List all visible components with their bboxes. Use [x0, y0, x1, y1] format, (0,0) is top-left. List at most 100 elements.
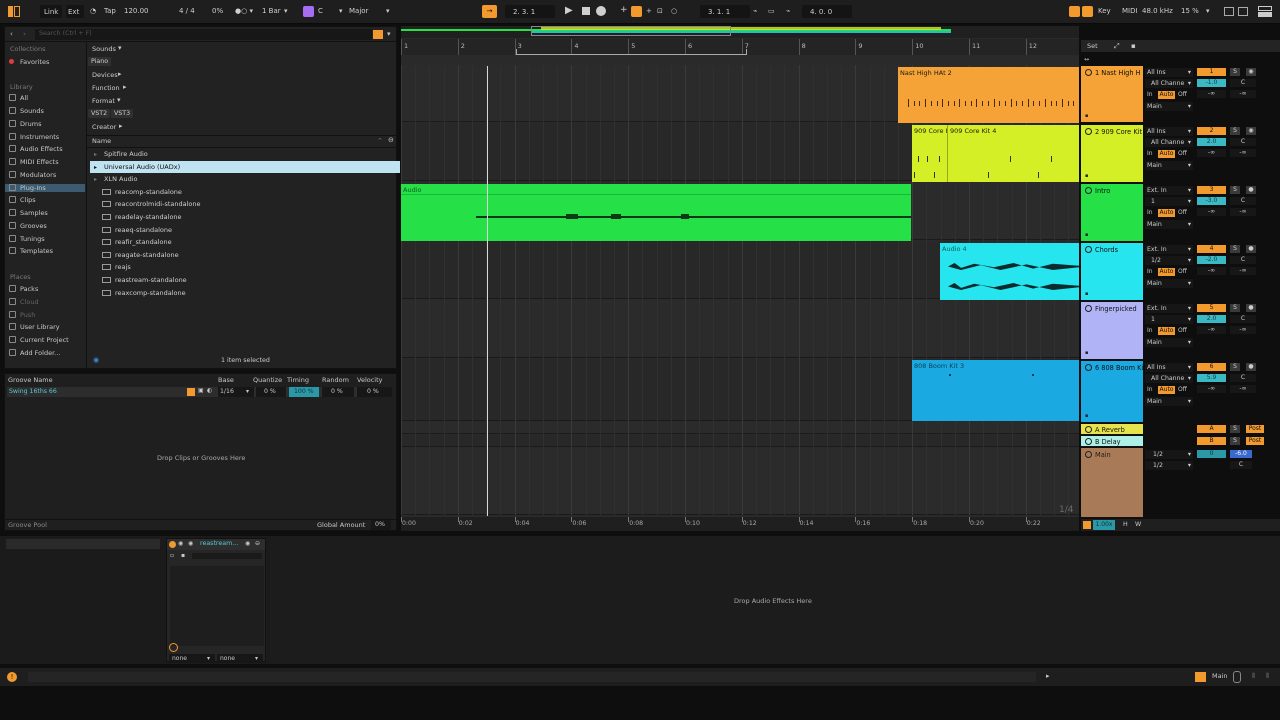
- track-output-select[interactable]: Main ▾: [1145, 338, 1193, 347]
- monitor-auto[interactable]: Auto: [1158, 327, 1175, 335]
- browser-menu-chevron-icon[interactable]: ▾: [387, 31, 391, 38]
- track-channel-select[interactable]: All Channe ▾: [1145, 138, 1193, 147]
- sidebar-item-library-5[interactable]: MIDI Effects: [9, 158, 59, 166]
- browser-list-item[interactable]: ▸ Universal Audio (UADx): [90, 160, 400, 173]
- track-output-select[interactable]: Main ▾: [1145, 220, 1193, 229]
- groove-quantize[interactable]: 0 %: [256, 387, 286, 397]
- session-record-icon[interactable]: ○: [671, 7, 677, 15]
- send-a[interactable]: -∞: [1197, 208, 1226, 216]
- send-b[interactable]: -∞: [1230, 90, 1256, 98]
- device-edit-icon[interactable]: ◉: [188, 541, 193, 547]
- send-a[interactable]: -∞: [1197, 90, 1226, 98]
- sidebar-item-library-9[interactable]: Samples: [9, 209, 48, 217]
- groove-row[interactable]: Swing 16ths 66 ▣ ◐ 1/16 ▾ 0 % 100 % 0 % 0…: [7, 387, 392, 397]
- track-fold-icon[interactable]: [1085, 69, 1092, 76]
- track-output-select[interactable]: Main ▾: [1145, 397, 1193, 406]
- monitor-auto[interactable]: Auto: [1158, 91, 1175, 99]
- track-volume[interactable]: 2.0: [1197, 315, 1226, 323]
- sidebar-item-place-2[interactable]: Push: [9, 311, 35, 319]
- device-drop-area[interactable]: Drop Audio Effects Here: [270, 536, 1280, 664]
- monitor-in[interactable]: In: [1147, 328, 1153, 334]
- solo-button[interactable]: S: [1230, 68, 1240, 76]
- device-reastream[interactable]: ◉ ◉ reastream... ◉ ⊖ ▫ ▪ none ▾ none ▾: [166, 538, 266, 663]
- w-button[interactable]: W: [1135, 521, 1141, 528]
- track-activator[interactable]: 1: [1197, 68, 1226, 76]
- track-activator[interactable]: 2: [1197, 127, 1226, 135]
- info-icon[interactable]: !: [7, 672, 17, 682]
- chip-piano[interactable]: Piano: [88, 57, 112, 66]
- status-track-icon[interactable]: [1195, 672, 1206, 682]
- track-volume[interactable]: 5.9: [1197, 374, 1226, 382]
- filter-sounds[interactable]: Sounds: [92, 45, 116, 53]
- browser-list-item[interactable]: reafir_standalone: [90, 236, 400, 248]
- track-fold-icon[interactable]: [1085, 364, 1092, 371]
- set-button[interactable]: Set: [1087, 43, 1098, 50]
- status-mixer-icon[interactable]: ⦀: [1266, 673, 1269, 680]
- track-output-select[interactable]: Main ▾: [1145, 279, 1193, 288]
- sort-icon[interactable]: ⌃: [377, 138, 383, 145]
- track-lane-icon[interactable]: ▪: [1085, 351, 1088, 356]
- browser-list-item[interactable]: reacontrolmidi-standalone: [90, 198, 400, 210]
- chip-vst2[interactable]: VST2: [88, 109, 111, 118]
- send-b[interactable]: -∞: [1230, 208, 1256, 216]
- filter-devices[interactable]: Devices: [92, 71, 118, 79]
- track-header[interactable]: Chords ▪: [1081, 243, 1143, 301]
- filter-creator[interactable]: Creator: [92, 123, 116, 131]
- track-lane-icon[interactable]: ▪: [1085, 114, 1088, 119]
- track-activator[interactable]: 4: [1197, 245, 1226, 253]
- preview-icon[interactable]: ◉: [93, 357, 99, 364]
- back-icon[interactable]: ‹: [10, 31, 13, 38]
- monitor-off[interactable]: Off: [1178, 269, 1187, 275]
- sidebar-item-library-2[interactable]: Drums: [9, 120, 42, 128]
- groove-timing[interactable]: 100 %: [289, 387, 319, 397]
- arm-icon[interactable]: ◉: [1246, 68, 1256, 76]
- track-channel-select[interactable]: 1/2 ▾: [1145, 256, 1193, 265]
- track-volume[interactable]: -1.0: [1197, 79, 1226, 87]
- track-output-select[interactable]: Main ▾: [1145, 161, 1193, 170]
- send-b[interactable]: -∞: [1230, 326, 1256, 334]
- position-display[interactable]: 2. 3. 1: [505, 5, 555, 18]
- track-lane[interactable]: [401, 435, 1079, 447]
- expand-icon[interactable]: ⤢: [1114, 43, 1120, 50]
- monitor-auto[interactable]: Auto: [1158, 386, 1175, 394]
- monitor-in[interactable]: In: [1147, 269, 1153, 275]
- link-button[interactable]: Link: [40, 5, 62, 18]
- filter-format[interactable]: Format: [92, 97, 115, 105]
- main-volume[interactable]: 0: [1197, 450, 1226, 458]
- sidebar-item-library-0[interactable]: All: [9, 94, 28, 102]
- return-solo-button[interactable]: S: [1230, 437, 1240, 445]
- track-input-select[interactable]: Ext. In ▾: [1145, 245, 1193, 254]
- status-clip-view-icon[interactable]: [1233, 671, 1241, 683]
- follow-button[interactable]: →: [482, 5, 497, 18]
- midi-map-label[interactable]: MIDI: [1122, 7, 1138, 15]
- sidebar-item-library-12[interactable]: Templates: [9, 247, 53, 255]
- playhead[interactable]: [487, 66, 488, 516]
- browser-list-item[interactable]: reagate-standalone: [90, 249, 400, 261]
- track-header[interactable]: 1 Nast High H ▪: [1081, 66, 1143, 123]
- monitor-auto[interactable]: Auto: [1158, 268, 1175, 276]
- return-post-button[interactable]: Post: [1246, 437, 1264, 445]
- track-output-select[interactable]: Main ▾: [1145, 102, 1193, 111]
- track-header[interactable]: 2 909 Core Kit ▪: [1081, 125, 1143, 183]
- device-plugin-area[interactable]: [170, 566, 264, 646]
- device-select-2[interactable]: none ▾: [217, 654, 263, 663]
- key-map-icon[interactable]: [1082, 6, 1093, 17]
- device-settings-icon[interactable]: ◉: [245, 541, 250, 547]
- groove-save-icon[interactable]: ▣: [198, 388, 204, 394]
- folder-expand-icon[interactable]: ▸: [94, 174, 100, 186]
- main-input-1[interactable]: 1/2 ▾: [1145, 450, 1193, 459]
- device-fold-icon[interactable]: ◉: [178, 541, 183, 547]
- groove-extract-icon[interactable]: [187, 388, 195, 396]
- play-icon[interactable]: ▶: [565, 5, 573, 16]
- arm-record-icon[interactable]: ●: [1246, 245, 1256, 253]
- track-pan[interactable]: C: [1230, 197, 1256, 205]
- clip-nast-high-hat[interactable]: Nast High HAt 2: [898, 67, 1079, 123]
- browser-list-item[interactable]: ▸ Spitfire Audio: [90, 148, 400, 160]
- overdub-icon[interactable]: +: [620, 5, 628, 15]
- groove-base-select[interactable]: 1/16 ▾: [218, 387, 254, 397]
- device-macro-knob-icon[interactable]: [169, 643, 178, 652]
- return-post-button[interactable]: Post: [1246, 425, 1264, 433]
- solo-button[interactable]: S: [1230, 186, 1240, 194]
- browser-list-item[interactable]: reacomp-standalone: [90, 186, 400, 198]
- overview-strip[interactable]: [401, 26, 1079, 38]
